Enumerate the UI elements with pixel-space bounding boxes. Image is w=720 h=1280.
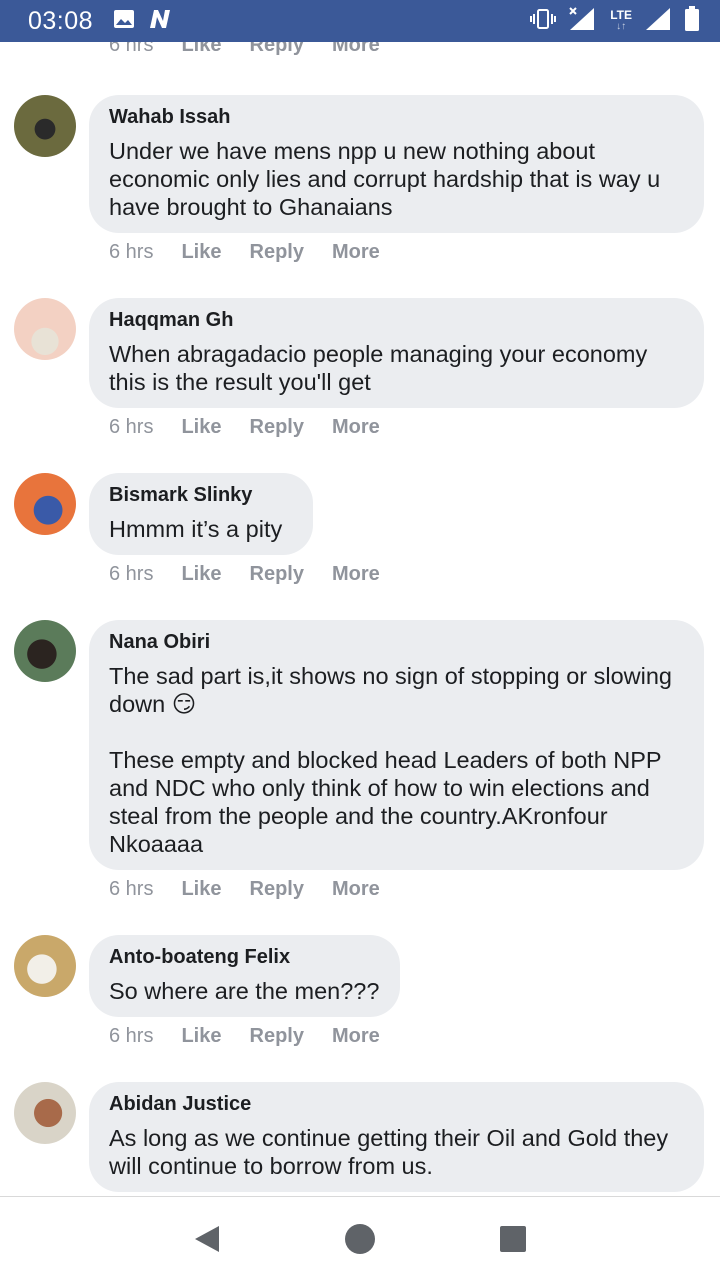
status-time: 03:08 [28,6,94,35]
comment-text: As long as we continue getting their Oil… [109,1125,669,1179]
more-button[interactable]: More [332,563,380,586]
n-app-icon [147,9,173,34]
avatar[interactable] [14,473,76,535]
comment-bubble[interactable]: Wahab Issah Under we have mens npp u new… [89,95,704,233]
comment-text: The sad part is,it shows no sign of stop… [109,663,672,857]
recents-icon[interactable] [493,1219,533,1259]
comment-time: 6 hrs [109,241,154,263]
reply-button[interactable]: Reply [250,241,304,264]
comment-author[interactable]: Bismark Slinky [109,483,293,507]
comment-bubble[interactable]: Haqqman Gh When abragadacio people manag… [89,298,704,408]
navigation-bar [0,1196,720,1280]
home-icon[interactable] [340,1219,380,1259]
comment-text: So where are the men??? [109,978,380,1004]
comment-text: When abragadacio people managing your ec… [109,341,648,395]
comment-time: 6 hrs [109,416,154,438]
status-bar: 03:08 LTE ↓↑ [0,0,720,42]
like-button[interactable]: Like [181,1025,221,1048]
reply-button[interactable]: Reply [250,878,304,901]
comment-bubble[interactable]: Abidan Justice As long as we continue ge… [89,1082,704,1192]
comment-time: 6 hrs [109,1025,154,1047]
reply-button[interactable]: Reply [250,42,304,57]
avatar[interactable] [14,620,76,682]
like-button[interactable]: Like [181,241,221,264]
more-button[interactable]: More [332,1025,380,1048]
comment-text: Under we have mens npp u new nothing abo… [109,138,661,220]
comment-author[interactable]: Anto-boateng Felix [109,945,380,969]
comment-time: 6 hrs [109,563,154,585]
battery-icon [684,5,700,37]
comment-bubble[interactable]: Anto-boateng Felix So where are the men?… [89,935,400,1017]
more-button[interactable]: More [332,878,380,901]
vibrate-icon [530,8,557,35]
comments-feed[interactable]: 6 hrs Like Reply More Wahab Issah Under … [0,42,720,1196]
lte-icon: LTE ↓↑ [610,8,632,32]
more-button[interactable]: More [332,416,380,439]
like-button[interactable]: Like [181,42,221,57]
signal-full-icon [644,6,672,37]
reply-button[interactable]: Reply [250,563,304,586]
comment-actions: 6 hrs Like Reply More [109,241,380,264]
like-button[interactable]: Like [181,878,221,901]
comment-actions: 6 hrs Like Reply More [109,416,380,439]
comment-text: Hmmm it’s a pity [109,516,283,542]
more-button[interactable]: More [332,42,380,57]
comment-author[interactable]: Abidan Justice [109,1092,684,1116]
comment-bubble[interactable]: Nana Obiri The sad part is,it shows no s… [89,620,704,870]
comment-actions: 6 hrs Like Reply More [109,42,380,57]
comment-author[interactable]: Nana Obiri [109,630,684,654]
more-button[interactable]: More [332,241,380,264]
back-icon[interactable] [187,1219,227,1259]
comment-actions: 6 hrs Like Reply More [109,563,380,586]
reply-button[interactable]: Reply [250,1025,304,1048]
avatar[interactable] [14,1082,76,1144]
image-icon [113,9,135,34]
avatar[interactable] [14,935,76,997]
signal-icon [568,6,598,37]
comment-time: 6 hrs [109,878,154,900]
like-button[interactable]: Like [181,563,221,586]
comment-author[interactable]: Haqqman Gh [109,308,684,332]
comment-bubble[interactable]: Bismark Slinky Hmmm it’s a pity [89,473,313,555]
avatar[interactable] [14,298,76,360]
avatar[interactable] [14,95,76,157]
comment-time: 6 hrs [109,42,154,56]
like-button[interactable]: Like [181,416,221,439]
comment-actions: 6 hrs Like Reply More [109,1025,380,1048]
reply-button[interactable]: Reply [250,416,304,439]
comment-author[interactable]: Wahab Issah [109,105,684,129]
comment-actions: 6 hrs Like Reply More [109,878,380,901]
